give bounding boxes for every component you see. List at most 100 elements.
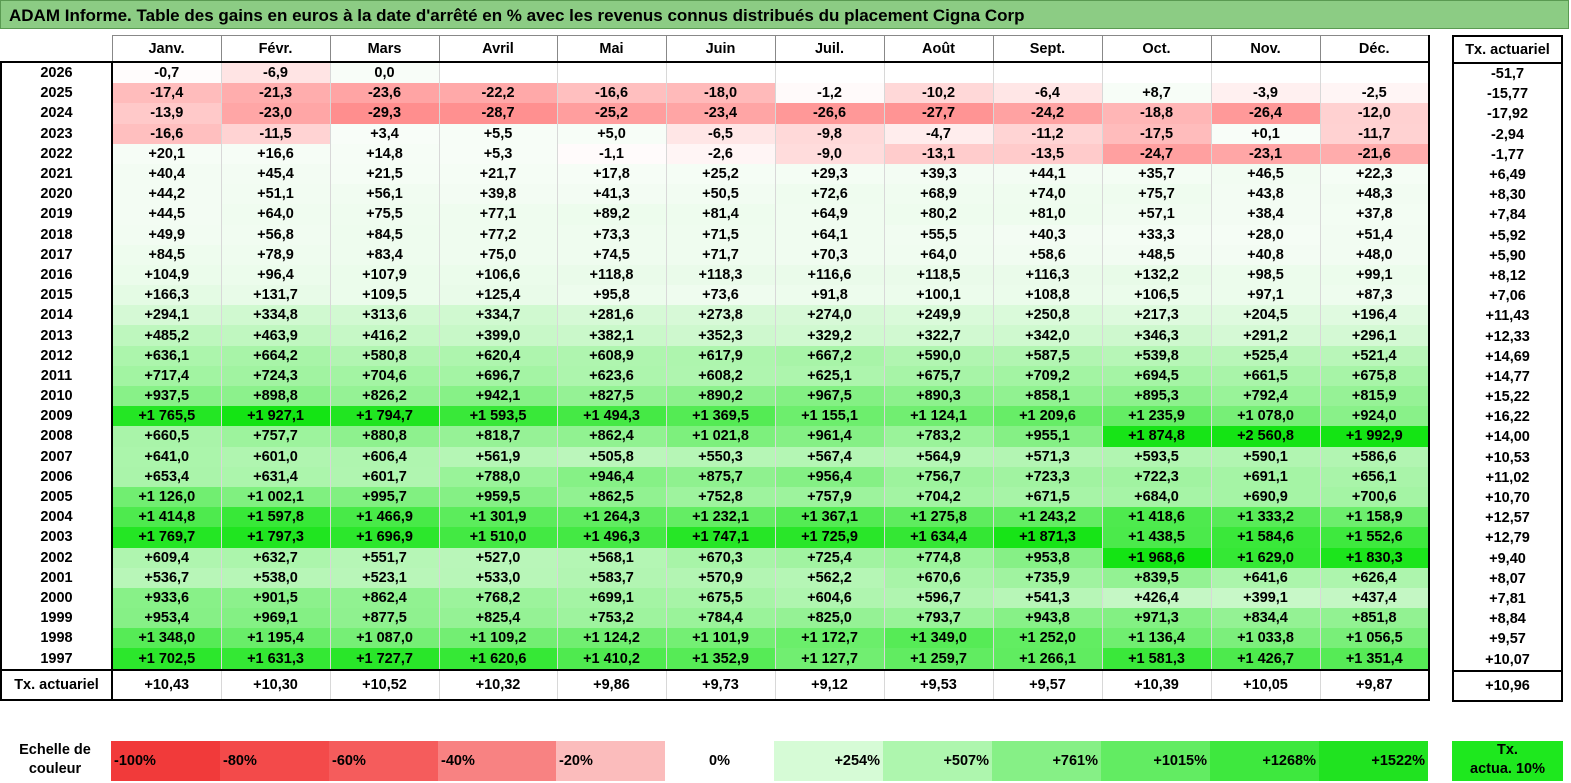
month-header: Avril [438,35,558,63]
gain-cell: +735,9 [992,567,1103,588]
gain-cell: +541,3 [992,587,1103,609]
gain-cell: +1 266,1 [992,648,1103,670]
gain-cell: +1 209,6 [992,406,1103,427]
gain-cell: +1 496,3 [556,527,667,548]
gain-cell: +580,8 [329,345,440,366]
gain-cell: +38,4 [1210,204,1321,225]
gain-cell: +955,1 [992,426,1103,447]
gain-cell: +1 927,1 [220,406,331,427]
gain-cell: +875,7 [665,466,776,487]
gain-cell: +416,2 [329,325,440,346]
gain-cell [665,62,776,84]
table-row: 2020 +44,2 +51,1 +56,1 +39,8 +41,3 +50,5 +72,6 +… [0,184,1430,205]
gain-cell: +590,0 [883,345,994,366]
gain-cell: +41,3 [556,184,667,205]
scale-swatch: -40% [438,741,556,781]
gain-cell: +670,3 [665,547,776,568]
gain-cell: +78,9 [220,244,331,265]
gain-cell: +839,5 [1101,567,1212,588]
gain-cell: +1 021,8 [665,426,776,447]
gain-cell: +825,0 [774,608,885,629]
actu-cell: +15,22 [1452,387,1563,408]
gain-cell: +967,5 [774,386,885,407]
gain-cell: +29,3 [774,163,885,185]
gain-cell: +274,0 [774,305,885,326]
gain-cell: +1 349,0 [883,628,994,649]
gain-cell: +28,0 [1210,224,1321,245]
month-header: Janv. [111,35,222,63]
gain-cell: +626,4 [1319,567,1430,588]
gain-cell: +946,4 [556,466,667,487]
gain-cell: +792,4 [1210,386,1321,407]
month-header: Sept. [992,35,1103,63]
gain-cell: +1 033,8 [1210,628,1321,649]
gain-cell: +1 087,0 [329,628,440,649]
gain-cell: +21,7 [438,163,558,185]
gain-cell: +723,3 [992,466,1103,487]
actu-cell: +5,92 [1452,225,1563,246]
gain-cell: +851,8 [1319,608,1430,629]
footer-actu-cell: +9,12 [774,668,885,701]
gain-cell: +73,6 [665,285,776,306]
gain-cell: -26,6 [774,103,885,124]
gain-cell: +570,9 [665,567,776,588]
gain-cell: +1 494,3 [556,406,667,427]
scale-swatch: +1015% [1101,741,1210,781]
gain-cell: +1 629,0 [1210,547,1321,568]
gain-cell: +55,5 [883,224,994,245]
table-row: 1999 +953,4 +969,1 +877,5 +825,4 +753,2 +784,4… [0,608,1430,629]
footer-label: Tx. actuariel [0,668,113,701]
gain-cell: -27,7 [883,103,994,124]
table-row: 1998 +1 348,0 +1 195,4 +1 087,0 +1 109,2 +1 1… [0,628,1430,649]
gain-cell: +1 124,2 [556,628,667,649]
gain-cell: +1 620,6 [438,648,558,670]
gain-cell: -4,7 [883,123,994,144]
month-header: Nov. [1210,35,1321,63]
gain-cell: +684,0 [1101,486,1212,508]
year-cell: 2008 [0,426,113,447]
gain-cell: +1 581,3 [1101,648,1212,670]
gain-cell: +608,2 [665,365,776,386]
table-row: 2000 +933,6 +901,5 +862,4 +768,2 +699,1 +675,5… [0,587,1430,609]
table-row: 2014 +294,1 +334,8 +313,6 +334,7 +281,6 +273,8… [0,305,1430,326]
gain-cell: +14,8 [329,143,440,164]
gain-cell: +1 124,1 [883,406,994,427]
gain-cell: +1 510,0 [438,527,558,548]
gain-cell: +890,2 [665,386,776,407]
gain-cell: +641,0 [111,446,222,467]
actu-cell: +6,49 [1452,164,1563,186]
gain-cell: +334,7 [438,305,558,326]
gain-cell [774,62,885,84]
gain-cell: +116,3 [992,264,1103,286]
gain-cell: +70,3 [774,244,885,265]
gain-cell: +84,5 [111,244,222,265]
table-header: Janv. Févr. Mars Avril Mai Juin Juil. Août Sept.… [1,35,1430,63]
footer-actu-cell: +9,87 [1319,668,1430,701]
gain-cell: -21,6 [1319,143,1430,164]
actu-header: Tx. actuariel [1452,35,1563,64]
gain-cell: +39,8 [438,184,558,205]
gain-cell: +1 264,3 [556,507,667,528]
year-cell: 2011 [0,365,113,386]
actu-cell: +12,79 [1452,528,1563,549]
gain-cell: -25,2 [556,103,667,124]
year-cell: 1998 [0,628,113,649]
gain-cell: +5,5 [438,123,558,144]
gain-cell: +609,4 [111,547,222,568]
gain-cell: +943,8 [992,608,1103,629]
gain-cell: +108,8 [992,285,1103,306]
gain-cell: +20,1 [111,143,222,164]
gain-cell: -23,0 [220,103,331,124]
gain-cell: +521,4 [1319,345,1430,366]
gain-cell: +783,2 [883,426,994,447]
gain-cell: +862,5 [556,486,667,508]
footer-actu-cell: +9,73 [665,668,776,701]
gain-cell: +1 765,5 [111,406,222,427]
gain-cell: +131,7 [220,285,331,306]
gain-cell: +116,6 [774,264,885,286]
gain-cell: +291,2 [1210,325,1321,346]
table-row: 2001 +536,7 +538,0 +523,1 +533,0 +583,7 +570,9… [0,567,1430,588]
gain-cell: +1 593,5 [438,406,558,427]
gain-cell: +995,7 [329,486,440,508]
gain-cell: +788,0 [438,466,558,487]
